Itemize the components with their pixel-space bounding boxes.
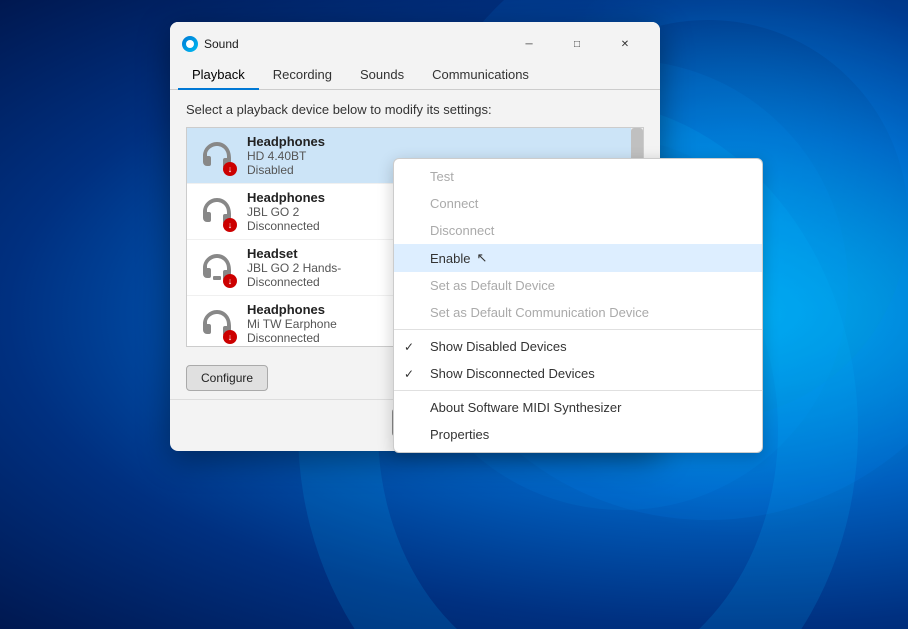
menu-separator-1	[394, 329, 762, 330]
menu-item-connect[interactable]: Connect	[394, 190, 762, 217]
configure-button[interactable]: Configure	[186, 365, 268, 391]
menu-separator-2	[394, 390, 762, 391]
menu-item-about-midi[interactable]: About Software MIDI Synthesizer	[394, 394, 762, 421]
minimize-button[interactable]: ─	[506, 30, 552, 58]
menu-item-show-disconnected[interactable]: ✓ Show Disconnected Devices	[394, 360, 762, 387]
device-icon-0: ↓	[197, 136, 237, 176]
status-badge-3: ↓	[223, 330, 237, 344]
menu-label-set-default: Set as Default Device	[430, 278, 555, 293]
device-icon-2: ↓	[197, 248, 237, 288]
menu-label-properties: Properties	[430, 427, 489, 442]
menu-label-show-disabled: Show Disabled Devices	[430, 339, 567, 354]
menu-label-about-midi: About Software MIDI Synthesizer	[430, 400, 621, 415]
menu-label-connect: Connect	[430, 196, 478, 211]
menu-item-enable[interactable]: Enable ↖	[394, 244, 762, 272]
tab-sounds[interactable]: Sounds	[346, 61, 418, 90]
menu-item-disconnect[interactable]: Disconnect	[394, 217, 762, 244]
title-bar: Sound ─ □ ✕	[170, 22, 660, 58]
menu-label-disconnect: Disconnect	[430, 223, 494, 238]
close-button[interactable]: ✕	[602, 30, 648, 58]
window-controls: ─ □ ✕	[506, 30, 648, 58]
menu-item-test[interactable]: Test	[394, 163, 762, 190]
device-icon-1: ↓	[197, 192, 237, 232]
device-name-0: Headphones	[247, 134, 633, 149]
tab-bar: Playback Recording Sounds Communications	[170, 60, 660, 90]
cursor-indicator: ↖	[476, 250, 487, 266]
dialog-title: Sound	[204, 37, 506, 51]
check-show-disconnected: ✓	[404, 367, 414, 381]
menu-item-show-disabled[interactable]: ✓ Show Disabled Devices	[394, 333, 762, 360]
tab-communications[interactable]: Communications	[418, 61, 543, 90]
menu-label-set-comm-default: Set as Default Communication Device	[430, 305, 649, 320]
status-badge-2: ↓	[223, 274, 237, 288]
instruction-text: Select a playback device below to modify…	[186, 102, 644, 117]
device-icon-3: ↓	[197, 304, 237, 344]
menu-label-test: Test	[430, 169, 454, 184]
tab-playback[interactable]: Playback	[178, 61, 259, 90]
menu-item-properties[interactable]: Properties	[394, 421, 762, 448]
menu-item-set-comm-default[interactable]: Set as Default Communication Device	[394, 299, 762, 326]
tab-recording[interactable]: Recording	[259, 61, 346, 90]
context-menu: Test Connect Disconnect Enable ↖ Set as …	[393, 158, 763, 453]
status-badge-1: ↓	[223, 218, 237, 232]
check-show-disabled: ✓	[404, 340, 414, 354]
menu-label-enable: Enable	[430, 251, 470, 266]
sound-icon	[182, 36, 198, 52]
status-badge-0: ↓	[223, 162, 237, 176]
menu-item-set-default[interactable]: Set as Default Device	[394, 272, 762, 299]
menu-label-show-disconnected: Show Disconnected Devices	[430, 366, 595, 381]
maximize-button[interactable]: □	[554, 30, 600, 58]
